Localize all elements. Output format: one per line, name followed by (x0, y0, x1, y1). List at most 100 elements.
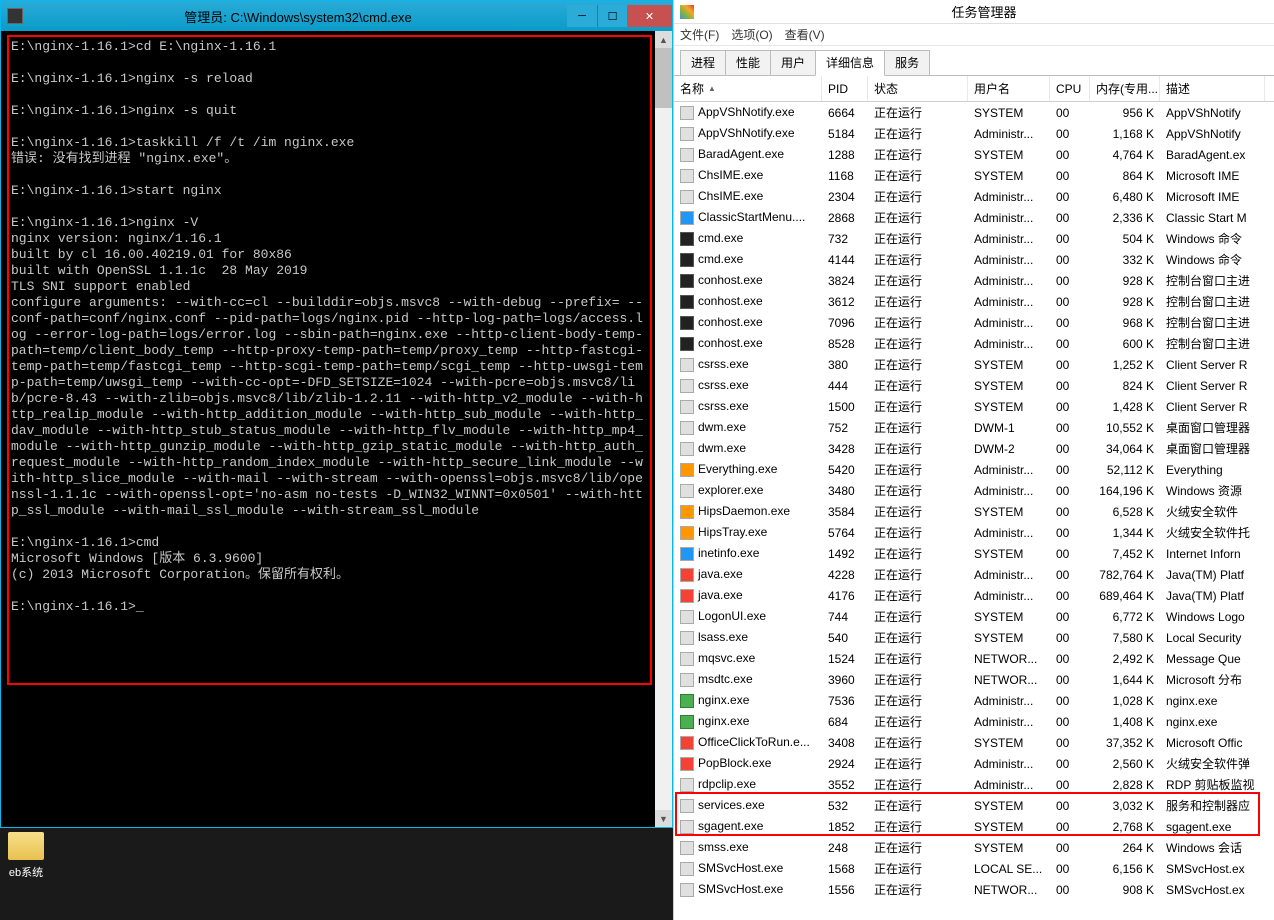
process-mem: 6,772 K (1090, 608, 1160, 626)
table-row[interactable]: nginx.exe684正在运行Administr...001,408 Kngi… (674, 711, 1274, 732)
table-row[interactable]: sgagent.exe1852正在运行SYSTEM002,768 Ksgagen… (674, 816, 1274, 837)
table-row[interactable]: nginx.exe7536正在运行Administr...001,028 Kng… (674, 690, 1274, 711)
process-pid: 1492 (822, 545, 868, 563)
col-mem[interactable]: 内存(专用... (1090, 76, 1160, 101)
process-status: 正在运行 (868, 585, 968, 606)
table-row[interactable]: BaradAgent.exe1288正在运行SYSTEM004,764 KBar… (674, 144, 1274, 165)
table-row[interactable]: LogonUI.exe744正在运行SYSTEM006,772 KWindows… (674, 606, 1274, 627)
table-row[interactable]: explorer.exe3480正在运行Administr...00164,19… (674, 480, 1274, 501)
table-row[interactable]: SMSvcHost.exe1556正在运行NETWOR...00908 KSMS… (674, 879, 1274, 900)
process-cpu: 00 (1050, 293, 1090, 311)
table-row[interactable]: msdtc.exe3960正在运行NETWOR...001,644 KMicro… (674, 669, 1274, 690)
process-desc: Internet Inforn (1160, 545, 1265, 563)
table-row[interactable]: ChsIME.exe1168正在运行SYSTEM00864 KMicrosoft… (674, 165, 1274, 186)
process-desc: Classic Start M (1160, 209, 1265, 227)
table-row[interactable]: ChsIME.exe2304正在运行Administr...006,480 KM… (674, 186, 1274, 207)
maximize-button[interactable]: ☐ (597, 5, 627, 27)
tab-services[interactable]: 服务 (884, 50, 930, 75)
table-row[interactable]: dwm.exe752正在运行DWM-10010,552 K桌面窗口管理器 (674, 417, 1274, 438)
table-row[interactable]: conhost.exe3612正在运行Administr...00928 K控制… (674, 291, 1274, 312)
menu-options[interactable]: 选项(O) (731, 26, 772, 43)
process-desc: Java(TM) Platf (1160, 566, 1265, 584)
table-row[interactable]: conhost.exe7096正在运行Administr...00968 K控制… (674, 312, 1274, 333)
table-row[interactable]: AppVShNotify.exe6664正在运行SYSTEM00956 KApp… (674, 102, 1274, 123)
table-row[interactable]: AppVShNotify.exe5184正在运行Administr...001,… (674, 123, 1274, 144)
table-row[interactable]: csrss.exe380正在运行SYSTEM001,252 KClient Se… (674, 354, 1274, 375)
process-user: SYSTEM (968, 398, 1050, 416)
col-name[interactable]: 名称▲ (674, 76, 822, 101)
table-row[interactable]: PopBlock.exe2924正在运行Administr...002,560 … (674, 753, 1274, 774)
table-row[interactable]: mqsvc.exe1524正在运行NETWOR...002,492 KMessa… (674, 648, 1274, 669)
process-pid: 8528 (822, 335, 868, 353)
tm-titlebar[interactable]: 任务管理器 (674, 0, 1274, 24)
process-user: Administr... (968, 524, 1050, 542)
table-row[interactable]: OfficeClickToRun.e...3408正在运行SYSTEM0037,… (674, 732, 1274, 753)
table-row[interactable]: cmd.exe4144正在运行Administr...00332 KWindow… (674, 249, 1274, 270)
tab-processes[interactable]: 进程 (680, 50, 726, 75)
tab-performance[interactable]: 性能 (725, 50, 771, 75)
table-row[interactable]: java.exe4176正在运行Administr...00689,464 KJ… (674, 585, 1274, 606)
cmd-body[interactable]: E:\nginx-1.16.1>cd E:\nginx-1.16.1 E:\ng… (1, 31, 672, 827)
tm-rows[interactable]: AppVShNotify.exe6664正在运行SYSTEM00956 KApp… (674, 102, 1274, 918)
process-pid: 444 (822, 377, 868, 395)
desktop-folder-eb[interactable]: eb系统 (8, 832, 44, 880)
col-cpu[interactable]: CPU (1050, 76, 1090, 101)
process-desc: Microsoft IME (1160, 167, 1265, 185)
table-row[interactable]: HipsDaemon.exe3584正在运行SYSTEM006,528 K火绒安… (674, 501, 1274, 522)
table-row[interactable]: services.exe532正在运行SYSTEM003,032 K服务和控制器… (674, 795, 1274, 816)
table-row[interactable]: HipsTray.exe5764正在运行Administr...001,344 … (674, 522, 1274, 543)
scroll-thumb[interactable] (655, 48, 672, 108)
process-pid: 3552 (822, 776, 868, 794)
process-user: SYSTEM (968, 356, 1050, 374)
process-mem: 824 K (1090, 377, 1160, 395)
table-row[interactable]: java.exe4228正在运行Administr...00782,764 KJ… (674, 564, 1274, 585)
process-status: 正在运行 (868, 795, 968, 816)
tab-users[interactable]: 用户 (770, 50, 816, 75)
table-row[interactable]: lsass.exe540正在运行SYSTEM007,580 KLocal Sec… (674, 627, 1274, 648)
process-pid: 744 (822, 608, 868, 626)
table-row[interactable]: Everything.exe5420正在运行Administr...0052,1… (674, 459, 1274, 480)
col-status[interactable]: 状态 (868, 76, 968, 101)
cmd-scrollbar[interactable]: ▲ ▼ (655, 31, 672, 827)
process-user: Administr... (968, 692, 1050, 710)
process-cpu: 00 (1050, 860, 1090, 878)
close-button[interactable]: ✕ (627, 5, 672, 27)
process-icon (680, 295, 694, 309)
table-row[interactable]: conhost.exe8528正在运行Administr...00600 K控制… (674, 333, 1274, 354)
table-row[interactable]: csrss.exe444正在运行SYSTEM00824 KClient Serv… (674, 375, 1274, 396)
process-cpu: 00 (1050, 440, 1090, 458)
table-row[interactable]: conhost.exe3824正在运行Administr...00928 K控制… (674, 270, 1274, 291)
process-mem: 968 K (1090, 314, 1160, 332)
scroll-down-icon[interactable]: ▼ (655, 810, 672, 827)
table-row[interactable]: SMSvcHost.exe1568正在运行LOCAL SE...006,156 … (674, 858, 1274, 879)
task-manager-icon (680, 5, 694, 19)
table-row[interactable]: cmd.exe732正在运行Administr...00504 KWindows… (674, 228, 1274, 249)
process-pid: 7096 (822, 314, 868, 332)
process-mem: 2,768 K (1090, 818, 1160, 836)
table-row[interactable]: dwm.exe3428正在运行DWM-20034,064 K桌面窗口管理器 (674, 438, 1274, 459)
tab-details[interactable]: 详细信息 (815, 50, 885, 76)
menu-file[interactable]: 文件(F) (680, 26, 719, 43)
cmd-titlebar[interactable]: 管理员: C:\Windows\system32\cmd.exe ─ ☐ ✕ (1, 1, 672, 31)
process-cpu: 00 (1050, 671, 1090, 689)
col-pid[interactable]: PID (822, 76, 868, 101)
process-user: Administr... (968, 587, 1050, 605)
table-row[interactable]: csrss.exe1500正在运行SYSTEM001,428 KClient S… (674, 396, 1274, 417)
process-icon (680, 631, 694, 645)
table-row[interactable]: rdpclip.exe3552正在运行Administr...002,828 K… (674, 774, 1274, 795)
process-user: SYSTEM (968, 377, 1050, 395)
process-user: LOCAL SE... (968, 860, 1050, 878)
table-row[interactable]: inetinfo.exe1492正在运行SYSTEM007,452 KInter… (674, 543, 1274, 564)
minimize-button[interactable]: ─ (567, 5, 597, 27)
table-row[interactable]: ClassicStartMenu....2868正在运行Administr...… (674, 207, 1274, 228)
cmd-output: E:\nginx-1.16.1>cd E:\nginx-1.16.1 E:\ng… (11, 39, 648, 615)
process-desc: 桌面窗口管理器 (1160, 438, 1265, 459)
process-icon (680, 883, 694, 897)
scroll-up-icon[interactable]: ▲ (655, 31, 672, 48)
table-row[interactable]: smss.exe248正在运行SYSTEM00264 KWindows 会话 (674, 837, 1274, 858)
menu-view[interactable]: 查看(V) (785, 26, 825, 43)
col-user[interactable]: 用户名 (968, 76, 1050, 101)
col-desc[interactable]: 描述 (1160, 76, 1265, 101)
process-name: AppVShNotify.exe (698, 126, 795, 140)
process-status: 正在运行 (868, 648, 968, 669)
